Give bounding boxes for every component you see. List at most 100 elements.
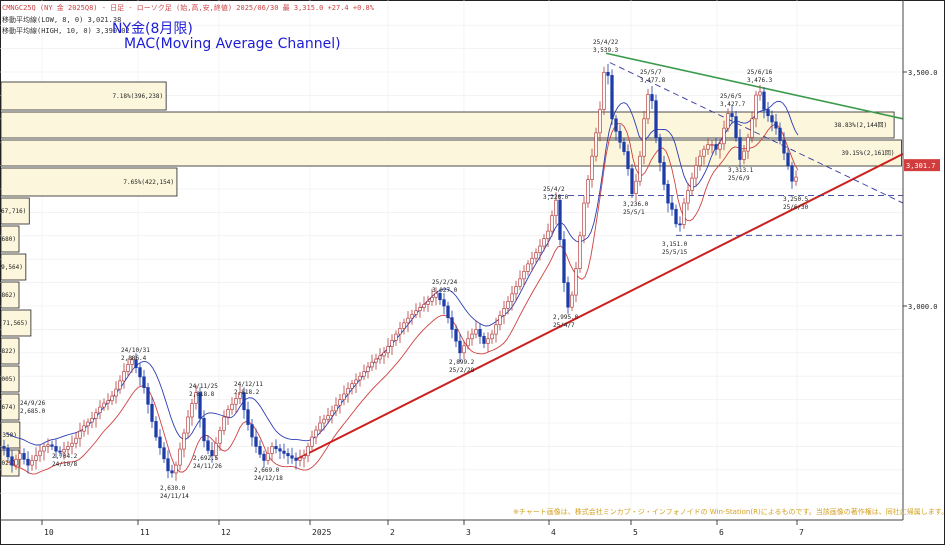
candle-body <box>62 449 66 453</box>
chart-header-info: CMNGC25Q (NY 金 2025Q8) - 日足 - ローソク足 (始,高… <box>2 4 374 12</box>
copyright-note: ※チャート画像は、株式会社ミンカブ・ジ・インフォノイドの Win-Station… <box>513 508 947 516</box>
candle-body <box>498 315 502 326</box>
candle-body <box>234 398 238 405</box>
candle-body <box>266 453 270 461</box>
candle-body <box>598 109 602 134</box>
candle-body <box>214 442 218 457</box>
x-tick-label: 4 <box>551 528 556 537</box>
candle-body <box>250 424 254 438</box>
candle-body <box>546 230 550 239</box>
candle-body <box>206 440 210 451</box>
swing-price-label: 2,818.2 <box>234 389 260 396</box>
candle-body <box>566 282 570 308</box>
candle-body <box>86 421 90 427</box>
candle-body <box>726 113 730 129</box>
candle-body <box>54 446 58 452</box>
swing-date-label: 24/11/25 <box>189 383 218 390</box>
candle-body <box>310 436 314 447</box>
chart-svg: 7.18%(396,238) 38.83%(2,144回) 39.15%(2,161… <box>0 0 940 537</box>
candle-body <box>450 317 454 330</box>
swing-date-label: 25/6/9 <box>728 175 750 182</box>
volume-profile-label: 1.08%(59,564) <box>0 264 23 271</box>
swing-price-label: 2,886.4 <box>121 355 147 362</box>
candle-body <box>778 127 782 141</box>
candle-body <box>462 345 466 354</box>
y-tick-label: 3,000.0 <box>908 303 938 311</box>
candle-body <box>522 271 526 280</box>
candle-body <box>470 333 474 340</box>
candle-body <box>730 113 734 117</box>
swing-price-label: 3,313.1 <box>728 167 754 174</box>
candle-body <box>630 168 634 195</box>
candle-body <box>694 165 698 179</box>
swing-price-label: 3,151.0 <box>662 241 688 248</box>
candle-body <box>794 176 798 182</box>
candle-body <box>654 100 658 138</box>
candle-body <box>570 294 574 308</box>
candle-body <box>410 314 414 319</box>
candle-body <box>382 352 386 357</box>
candle-body <box>370 361 374 368</box>
swing-price-label: 2,704.2 <box>52 453 78 460</box>
candle-body <box>734 116 738 138</box>
candle-body <box>594 132 598 157</box>
candle-body <box>122 371 126 382</box>
swing-price-label: 2,669.0 <box>254 467 280 474</box>
candle-body <box>246 409 250 425</box>
swing-date-label: 25/6/30 <box>783 204 809 211</box>
candle-body <box>610 75 614 120</box>
candle-body <box>222 416 226 431</box>
swing-date-label: 24/11/26 <box>193 463 222 470</box>
candle-body <box>670 202 674 210</box>
volume-profile-bar <box>0 139 902 167</box>
candle-body <box>626 151 630 170</box>
candle-body <box>138 367 142 378</box>
candle-body <box>14 458 18 466</box>
last-price-label: 3,301.7 <box>906 162 936 170</box>
volume-profile-label: 7.18%(396,238) <box>113 93 164 100</box>
candle-body <box>562 239 566 283</box>
volume-profile-bar <box>0 111 895 139</box>
swing-price-label: 3,476.3 <box>747 77 773 84</box>
candle-body <box>326 415 330 420</box>
candle-body <box>406 317 410 324</box>
candle-body <box>558 199 562 240</box>
swing-date-label: 25/5/1 <box>623 209 645 216</box>
candle-body <box>154 421 158 438</box>
candle-body <box>94 412 98 419</box>
ma-low-legend: 移動平均線(LOW, 8, 0) 3,021.38 <box>2 16 122 24</box>
candle-body <box>42 446 46 452</box>
candle-body <box>474 329 478 335</box>
candle-body <box>650 94 654 102</box>
candle-body <box>622 141 626 152</box>
swing-date-label: 24/9/26 <box>20 400 46 407</box>
swing-date-label: 24/12/11 <box>234 381 263 388</box>
candle-body <box>786 152 790 166</box>
candle-body <box>414 310 418 315</box>
x-tick-label: 3 <box>466 528 471 537</box>
candle-body <box>638 155 642 182</box>
candle-body <box>510 293 514 302</box>
swing-price-label: 2,995.0 <box>553 314 579 321</box>
swing-date-label: 25/4/2 <box>543 186 565 193</box>
candle-body <box>506 300 510 309</box>
candle-body <box>74 437 78 444</box>
candle-body <box>22 453 26 460</box>
volume-profile-label: 1.23%(67,716) <box>0 208 26 215</box>
candle-body <box>698 155 702 166</box>
candle-body <box>438 293 442 301</box>
candle-body <box>682 202 686 225</box>
swing-price-label: 2,899.2 <box>449 359 475 366</box>
candle-body <box>714 144 718 150</box>
candle-body <box>78 430 82 439</box>
chart-subtitle: MAC(Moving Average Channel) <box>124 36 341 52</box>
swing-date-label: 25/6/5 <box>720 93 742 100</box>
candle-body <box>578 235 582 269</box>
candle-body <box>26 458 30 466</box>
swing-price-label: 3,427.7 <box>720 101 746 108</box>
candle-body <box>46 444 50 447</box>
candle-body <box>770 115 774 123</box>
candle-body <box>590 155 594 180</box>
candle-body <box>494 324 498 335</box>
swing-price-label: 2,630.0 <box>160 485 186 492</box>
